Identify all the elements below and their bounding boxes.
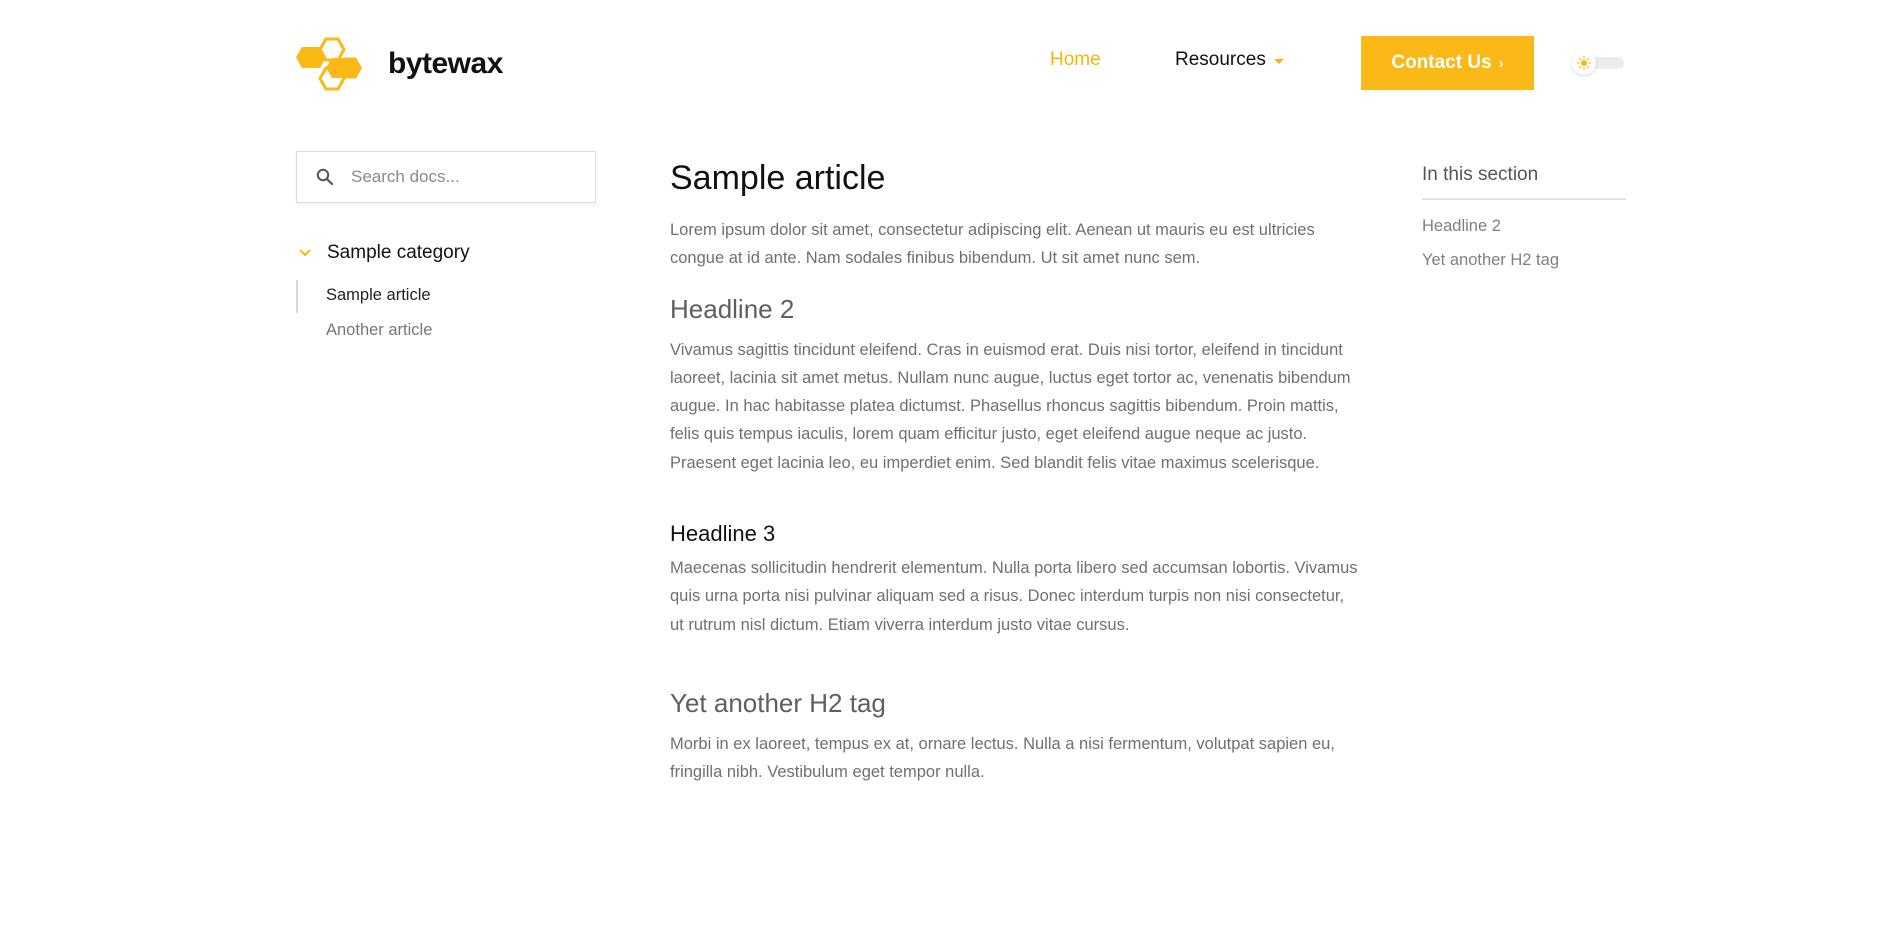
- sidebar-item-sample-article[interactable]: Sample article: [296, 280, 596, 315]
- nav-resources-dropdown[interactable]: Resources: [1175, 49, 1284, 71]
- section-heading: Headline 2: [670, 293, 795, 324]
- article-intro: Lorem ipsum dolor sit amet, consectetur …: [670, 221, 1315, 268]
- toc-link-headline-2[interactable]: Headline 2: [1422, 216, 1626, 236]
- sidebar-item-another-article[interactable]: Another article: [296, 315, 596, 350]
- page: bytewax Home Resources Contact Us › Sear…: [0, 0, 1903, 937]
- toc-title: In this section: [1422, 164, 1626, 200]
- section-body: Morbi in ex laoreet, tempus ex at, ornar…: [670, 734, 1335, 782]
- nav-resources-label: Resources: [1175, 49, 1266, 70]
- page-title: Sample article: [670, 159, 886, 197]
- sidebar-article-list: Sample article Another article: [296, 280, 596, 350]
- sidebar-category-label: Sample category: [327, 242, 470, 263]
- brand-name: bytewax: [388, 47, 503, 80]
- chevron-right-icon: ›: [1498, 54, 1504, 72]
- chevron-down-icon: [298, 246, 312, 260]
- toc-link-yet-another-h2[interactable]: Yet another H2 tag: [1422, 250, 1626, 270]
- search-icon: [315, 167, 335, 187]
- search-box: [296, 151, 596, 203]
- table-of-contents: In this section Headline 2 Yet another H…: [1422, 164, 1626, 270]
- toggle-knob: [1572, 51, 1596, 75]
- caret-down-icon: [1273, 58, 1284, 64]
- section-body: Vivamus sagittis tincidunt eleifend. Cra…: [670, 340, 1351, 472]
- nav-home-link[interactable]: Home: [1050, 49, 1101, 71]
- article-content: Sample article Lorem ipsum dolor sit ame…: [670, 158, 1358, 787]
- contact-us-label: Contact Us: [1391, 52, 1492, 73]
- section-body: Maecenas sollicitudin hendrerit elementu…: [670, 559, 1358, 634]
- section-heading: Headline 3: [670, 521, 776, 547]
- honeycomb-logo-icon: [296, 37, 362, 91]
- section-heading: Yet another H2 tag: [670, 687, 886, 718]
- search-input[interactable]: [349, 166, 583, 188]
- contact-us-button[interactable]: Contact Us ›: [1361, 36, 1534, 90]
- site-header: bytewax Home Resources Contact Us ›: [0, 0, 1903, 126]
- brand-logo[interactable]: bytewax: [296, 36, 503, 92]
- sidebar-category-toggle[interactable]: Sample category: [298, 242, 470, 264]
- theme-toggle[interactable]: [1572, 51, 1624, 75]
- sun-icon: [1577, 56, 1591, 70]
